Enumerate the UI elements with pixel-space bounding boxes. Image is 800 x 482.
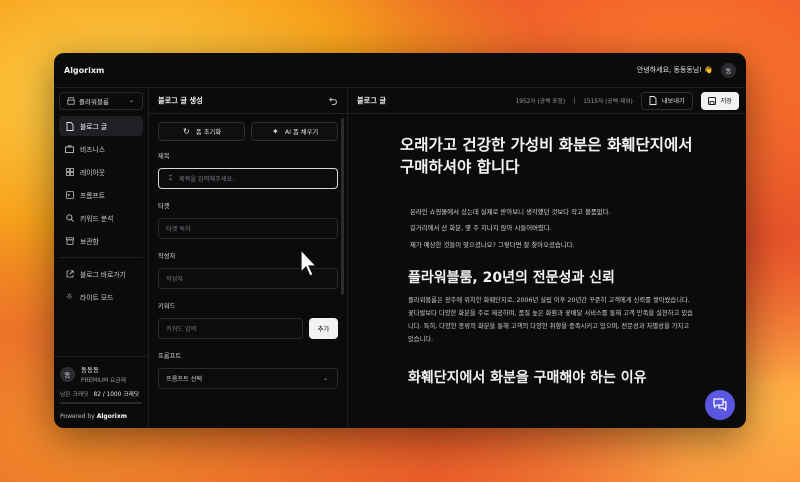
undo-icon[interactable] — [329, 96, 338, 105]
article-heading: 화훼단지에서 화분을 구매해야 하는 이유 — [408, 369, 647, 386]
char-count-separator: | — [573, 97, 576, 104]
sidebar-item-layout[interactable]: 레이아웃 — [59, 162, 143, 182]
prompt-select[interactable]: 프롬프트 선택 ⌄ — [158, 368, 338, 389]
app-window: Algorixm 안녕하세요, 동동동님! 👋 동 플라워블룸 ⌄ 블로그 글 … — [54, 53, 746, 428]
title-placeholder: 제목을 입력해주세요. — [179, 176, 235, 183]
user-profile-box: 동 동동동 PREMIUM 요금제 남은 크레딧 82 / 1000 크레딧 P… — [54, 356, 148, 428]
keyword-field[interactable]: 키워드 입력 — [158, 318, 303, 339]
sidebar-item-keyword[interactable]: 키워드 분석 — [59, 208, 143, 228]
sidebar-item-blog[interactable]: 블로그 글 — [59, 116, 143, 136]
save-icon — [708, 96, 717, 105]
title-label: 제목 — [158, 153, 170, 160]
sidebar: 플라워블룸 ⌄ 블로그 글 비즈니스 레이아웃 프롬프트 키워드 분석 보관함 … — [54, 88, 149, 428]
user-name: 동동동 — [81, 366, 99, 374]
intro-line: 온라인 쇼핑몰에서 샀는데 실제로 받아보니 생각했던 것보다 작고 볼품없다. — [410, 207, 611, 216]
article-body[interactable]: 오래가고 건강한 가성비 화분은 화훼단지에서 구매하셔야 합니다 온라인 쇼핑… — [348, 114, 746, 387]
user-greeting: 안녕하세요, 동동동님! 👋 동 — [636, 62, 736, 78]
sidebar-item-label: 보관함 — [80, 238, 99, 246]
chevron-updown-icon: ⌄ — [128, 97, 135, 104]
top-bar: Algorixm 안녕하세요, 동동동님! 👋 동 — [54, 53, 746, 88]
content-title: 블로그 글 — [357, 95, 386, 105]
prompt-select-value: 프롬프트 선택 — [166, 376, 203, 383]
sidebar-nav: 블로그 글 비즈니스 레이아웃 프롬프트 키워드 분석 보관함 블로그 바로가기… — [54, 114, 148, 312]
reset-form-label: 폼 초기화 — [195, 129, 222, 136]
article-heading: 플라워블룸, 20년의 전문성과 신뢰 — [408, 269, 615, 286]
credit-value: 82 / 1000 크레딧 — [93, 392, 140, 398]
workspace-switcher[interactable]: 플라워블룸 ⌄ — [59, 92, 143, 110]
divider — [59, 257, 143, 258]
keyword-placeholder: 키워드 입력 — [166, 326, 197, 333]
avatar[interactable]: 동 — [721, 62, 736, 78]
user-plan: PREMIUM 요금제 — [81, 378, 126, 384]
ai-fill-label: AI 폼 채우기 — [284, 129, 319, 136]
save-label: 저장 — [720, 98, 732, 105]
content-header: 블로그 글 1952자 (공백 포함) | 1515자 (공백 제외) 내보내기 — [348, 88, 746, 114]
refresh-icon: ↻ — [183, 126, 190, 136]
reset-form-button[interactable]: ↻ 폼 초기화 — [158, 122, 245, 141]
sidebar-item-business[interactable]: 비즈니스 — [59, 139, 143, 159]
sparkle-icon: ✦ — [271, 126, 279, 136]
save-button[interactable]: 저장 — [700, 91, 739, 110]
blog-form-panel: 블로그 글 생성 ↻ 폼 초기화 ✦ AI 폼 채우기 제목 ⌶ 제목을 입력해… — [149, 88, 348, 428]
intro-line: 길거리에서 산 화분, 몇 주 지나지 않아 시들어버렸다. — [410, 224, 552, 233]
ai-fill-button[interactable]: ✦ AI 폼 채우기 — [251, 122, 338, 141]
greeting-text: 안녕하세요, 동동동님! 👋 — [636, 66, 713, 74]
author-placeholder: 작성자 — [166, 276, 184, 283]
layout-grid-icon — [65, 168, 74, 177]
export-label: 내보내기 — [661, 98, 685, 105]
sidebar-item-label: 프롬프트 — [80, 192, 106, 200]
search-icon — [65, 214, 74, 223]
archive-icon — [65, 237, 74, 246]
store-icon — [66, 97, 75, 106]
sidebar-item-label: 키워드 분석 — [80, 215, 114, 223]
powered-prefix: Powered by — [60, 413, 95, 420]
keyword-label: 키워드 — [158, 303, 176, 310]
target-placeholder: 타겟 독자 — [166, 226, 191, 233]
chat-button[interactable] — [705, 390, 735, 420]
sidebar-item-label: 블로그 글 — [80, 123, 108, 131]
sidebar-item-label: 레이아웃 — [80, 169, 106, 177]
intro-line: 제가 예상한 것들이 맞으셨나요? 그렇다면 잘 찾아오셨습니다. — [410, 240, 575, 249]
chat-icon — [712, 396, 728, 415]
target-label: 타겟 — [158, 203, 170, 210]
mouse-cursor-icon — [300, 248, 318, 277]
char-count-without-space: 1515자 (공백 제외) — [583, 99, 633, 105]
blog-content-panel: 블로그 글 1952자 (공백 포함) | 1515자 (공백 제외) 내보내기 — [348, 88, 746, 428]
workspace-name: 플라워블룸 — [79, 98, 109, 106]
powered-brand: Algorixm — [96, 413, 127, 420]
text-cursor-icon: ⌶ — [168, 174, 173, 183]
target-field[interactable]: 타겟 독자 — [158, 218, 338, 239]
document-icon — [65, 121, 74, 131]
article-title: 오래가고 건강한 가성비 화분은 화훼단지에서 구매하셔야 합니다 — [400, 136, 693, 177]
credit-info: 남은 크레딧 82 / 1000 크레딧 — [60, 389, 142, 398]
sidebar-item-light-mode[interactable]: ☼ 라이트 모드 — [59, 287, 143, 307]
char-count-with-space: 1952자 (공백 포함) — [515, 99, 566, 105]
export-button[interactable]: 내보내기 — [640, 91, 693, 110]
brand-logo[interactable]: Algorixm — [64, 66, 104, 75]
prompt-label: 프롬프트 — [158, 353, 182, 360]
title-field[interactable]: ⌶ 제목을 입력해주세요. — [158, 168, 338, 189]
briefcase-icon — [65, 145, 74, 154]
sidebar-item-label: 비즈니스 — [80, 146, 106, 154]
sidebar-item-label: 블로그 바로가기 — [80, 271, 126, 279]
avatar[interactable]: 동 — [60, 366, 75, 382]
sidebar-item-archive[interactable]: 보관함 — [59, 231, 143, 251]
chevron-down-icon: ⌄ — [322, 374, 329, 382]
form-title: 블로그 글 생성 — [158, 95, 203, 105]
sun-icon: ☼ — [65, 292, 74, 301]
article-intro: 온라인 쇼핑몰에서 샀는데 실제로 받아보니 생각했던 것보다 작고 볼품없다.… — [400, 204, 696, 253]
sidebar-item-label: 라이트 모드 — [80, 294, 114, 302]
form-header: 블로그 글 생성 — [149, 88, 347, 114]
sidebar-item-blog-link[interactable]: 블로그 바로가기 — [59, 264, 143, 284]
add-keyword-button[interactable]: 추가 — [309, 318, 338, 339]
credit-label: 남은 크레딧 — [60, 392, 89, 398]
credit-progress-bar — [60, 402, 142, 404]
prompt-icon — [65, 191, 74, 200]
sidebar-item-prompt[interactable]: 프롬프트 — [59, 185, 143, 205]
powered-by: Powered by Algorixm — [60, 413, 142, 420]
article-paragraph: 플라워블룸은 광주에 위치한 화훼단지로, 2006년 설립 이후 20년간 꾸… — [408, 296, 693, 343]
external-link-icon — [65, 270, 74, 279]
scrollbar[interactable] — [341, 118, 344, 295]
export-icon — [649, 96, 658, 105]
